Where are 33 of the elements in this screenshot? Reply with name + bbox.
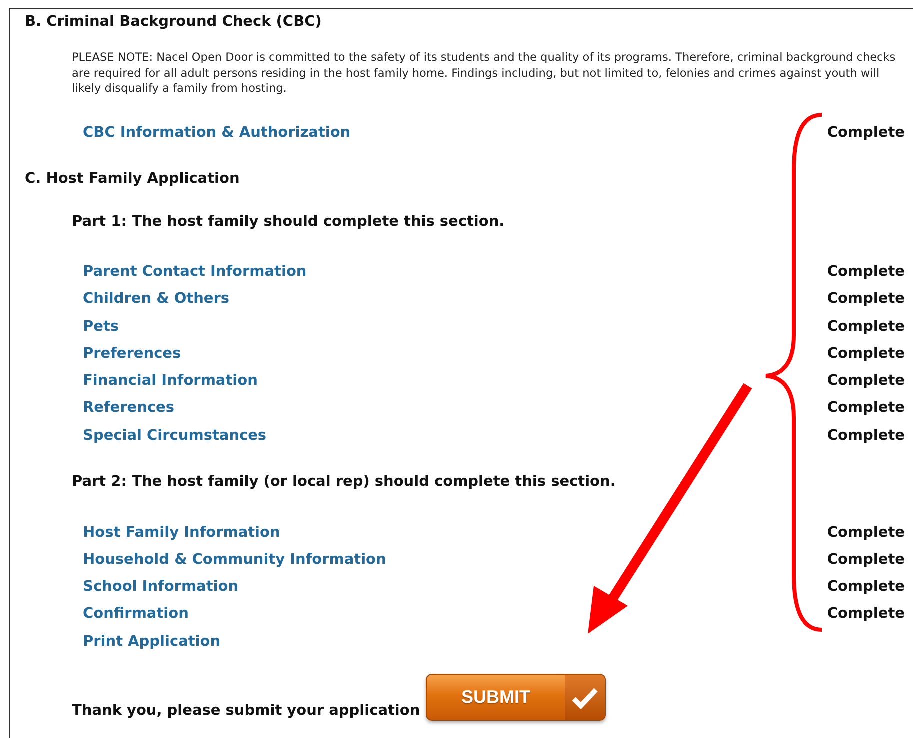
status-text: Complete bbox=[827, 579, 905, 596]
section-link[interactable]: Special Circumstances bbox=[83, 428, 267, 444]
status-text: Complete bbox=[827, 400, 905, 416]
section-link[interactable]: Parent Contact Information bbox=[83, 264, 307, 280]
section-link[interactable]: School Information bbox=[83, 579, 239, 596]
checkmark-icon bbox=[572, 686, 598, 709]
status-text: Complete bbox=[827, 373, 905, 390]
section-link[interactable]: Children & Others bbox=[83, 291, 230, 308]
status-text: Complete bbox=[827, 428, 905, 444]
section-link[interactable]: References bbox=[83, 400, 175, 416]
status-text: Complete bbox=[827, 125, 905, 142]
section-heading: B. Criminal Background Check (CBC) bbox=[25, 13, 323, 32]
part-heading: Part 1: The host family should complete this section. bbox=[72, 212, 506, 232]
status-text: Complete bbox=[827, 264, 905, 280]
notice-text: PLEASE NOTE: Nacel Open Door is committed to the safety of its students and the quality of its programs. Therefore, criminal background checks are required for all adult persons residing in the host family home. Findings including, but not limited to, felonies and crimes against youth will likely disqualify a family from hosting. bbox=[72, 50, 897, 96]
section-link[interactable]: Financial Information bbox=[83, 373, 258, 390]
section-link[interactable]: CBC Information & Authorization bbox=[83, 125, 351, 142]
status-text: Complete bbox=[827, 318, 905, 335]
submit-button[interactable]: SUBMIT bbox=[426, 674, 606, 722]
section-link[interactable]: Preferences bbox=[83, 346, 182, 362]
section-link[interactable]: Host Family Information bbox=[83, 524, 280, 541]
part-heading: Part 2: The host family (or local rep) should complete this section. bbox=[72, 473, 617, 492]
section-link[interactable]: Pets bbox=[83, 318, 120, 335]
section-link[interactable]: Household & Community Information bbox=[83, 552, 386, 568]
status-text: Complete bbox=[827, 552, 905, 568]
submit-prompt: Thank you, please submit your application bbox=[72, 702, 422, 722]
status-text: Complete bbox=[827, 606, 905, 622]
status-text: Complete bbox=[827, 524, 905, 541]
status-text: Complete bbox=[827, 291, 905, 308]
section-heading: C. Host Family Application bbox=[25, 170, 241, 189]
section-link[interactable]: Print Application bbox=[83, 634, 221, 650]
section-link[interactable]: Confirmation bbox=[83, 606, 189, 622]
status-text: Complete bbox=[827, 346, 905, 362]
